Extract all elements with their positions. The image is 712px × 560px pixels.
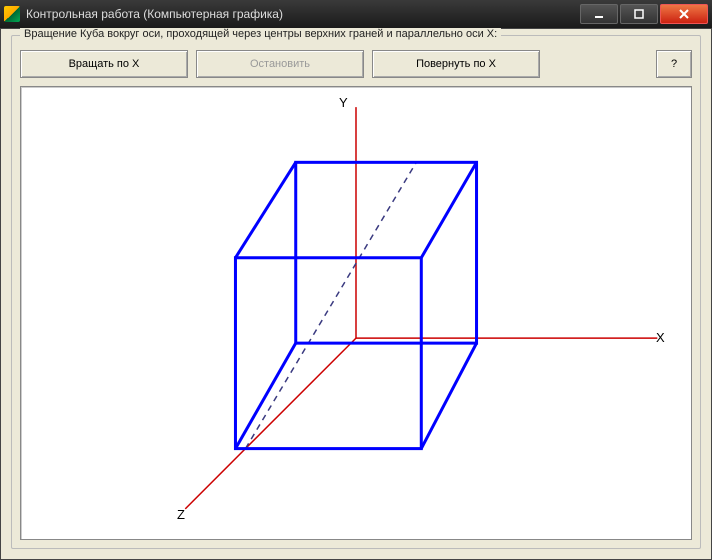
close-button[interactable] [660,4,708,24]
rotate-button[interactable]: Вращать по X [20,50,188,78]
help-button[interactable]: ? [656,50,692,78]
button-row: Вращать по X Остановить Повернуть по X ? [20,50,692,78]
window-controls [578,4,708,24]
cube-edge-bl [235,343,295,448]
app-window: Контрольная работа (Компьютерная графика… [0,0,712,560]
stop-button: Остановить [196,50,364,78]
turn-button[interactable]: Повернуть по X [372,50,540,78]
maximize-button[interactable] [620,4,658,24]
minimize-icon [594,9,604,19]
close-icon [678,9,690,19]
app-icon [4,6,20,22]
z-axis-label: Z [177,507,185,522]
window-title: Контрольная работа (Компьютерная графика… [26,7,578,21]
cube-edge-br [421,343,476,448]
y-axis-label: Y [339,95,348,110]
maximize-icon [634,9,644,19]
x-axis-label: X [656,330,665,345]
groupbox-legend: Вращение Куба вокруг оси, проходящей чер… [20,28,501,40]
cube-diagonal [246,162,417,448]
titlebar: Контрольная работа (Компьютерная графика… [0,0,712,28]
drawing-canvas: X Y Z [20,86,692,540]
cube-edge-tr [421,162,476,257]
cube-edge-tl [235,162,295,257]
z-axis [185,338,356,509]
scene-svg [21,87,691,539]
cube-back-face [296,162,477,343]
client-area: Вращение Куба вокруг оси, проходящей чер… [0,28,712,560]
minimize-button[interactable] [580,4,618,24]
rotation-groupbox: Вращение Куба вокруг оси, проходящей чер… [11,35,701,549]
